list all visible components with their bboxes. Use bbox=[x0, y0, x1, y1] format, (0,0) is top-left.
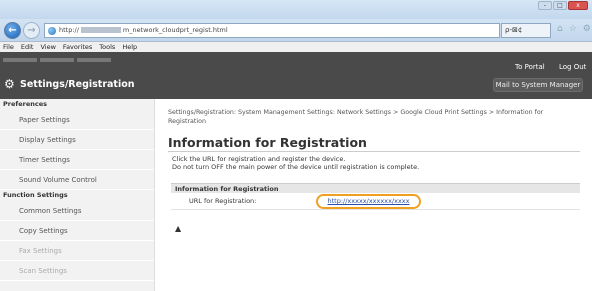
sidebar-item-paper-settings[interactable]: Paper Settings bbox=[0, 110, 154, 130]
close-button[interactable]: x bbox=[568, 1, 588, 10]
star-icon[interactable]: ☆ bbox=[569, 24, 577, 34]
page-title: Settings/Registration bbox=[20, 79, 135, 90]
section-heading: Information for Registration bbox=[168, 135, 367, 150]
url-registration-label: URL for Registration: bbox=[189, 197, 257, 205]
gear-icon[interactable]: ⚙ bbox=[583, 24, 591, 34]
sidebar-item-sound-volume[interactable]: Sound Volume Control bbox=[0, 170, 154, 190]
menu-favorites[interactable]: Favorites bbox=[63, 42, 92, 52]
url-input[interactable]: http:// m_network_cloudprt_regist.html bbox=[44, 23, 500, 38]
address-bar: ← → http:// m_network_cloudprt_regist.htm… bbox=[0, 19, 592, 42]
settings-gear-icon: ⚙ bbox=[4, 77, 15, 91]
redacted-series bbox=[77, 57, 111, 62]
menu-view[interactable]: View bbox=[40, 42, 55, 52]
window-titlebar: - □ x bbox=[0, 0, 592, 19]
menu-tools[interactable]: Tools bbox=[99, 42, 115, 52]
maximize-button[interactable]: □ bbox=[553, 1, 567, 10]
redacted-model bbox=[40, 57, 74, 62]
url-middle: m_ bbox=[122, 26, 133, 34]
mail-system-manager-button[interactable]: Mail to System Manager bbox=[493, 78, 583, 92]
sidebar-item-copy-settings[interactable]: Copy Settings bbox=[0, 221, 154, 241]
url-prefix: http:// bbox=[59, 26, 79, 34]
forward-arrow-icon: → bbox=[27, 25, 36, 36]
url-path: network_cloudprt_regist.html bbox=[132, 26, 228, 34]
sidebar-item-fax-settings[interactable]: Fax Settings bbox=[0, 241, 154, 261]
back-button[interactable]: ← bbox=[4, 22, 21, 39]
table-row: URL for Registration: http://xxxxx/xxxxx… bbox=[171, 193, 580, 210]
redacted-device bbox=[3, 57, 37, 62]
heading-divider bbox=[168, 151, 580, 152]
sidebar-header-function-settings: Function Settings bbox=[3, 191, 68, 199]
sidebar-header-preferences: Preferences bbox=[3, 100, 47, 108]
page-icon bbox=[48, 27, 56, 35]
device-name bbox=[3, 56, 114, 63]
sidebar-item-display-settings[interactable]: Display Settings bbox=[0, 130, 154, 150]
toolbar-icons: ⌂ ☆ ⚙ bbox=[557, 24, 591, 34]
menu-file[interactable]: File bbox=[3, 42, 14, 52]
sidebar-item-common-settings[interactable]: Common Settings bbox=[0, 201, 154, 221]
window-controls: - □ x bbox=[538, 1, 588, 10]
instruction-line-2: Do not turn OFF the main power of the de… bbox=[172, 163, 420, 171]
table-header: Information for Registration bbox=[171, 183, 580, 193]
app-header: ⚙ Settings/Registration To Portal Log Ou… bbox=[0, 52, 592, 99]
sidebar-item-timer-settings[interactable]: Timer Settings bbox=[0, 150, 154, 170]
logout-link[interactable]: Log Out bbox=[559, 63, 586, 71]
breadcrumb: Settings/Registration: System Management… bbox=[168, 109, 544, 125]
menu-edit[interactable]: Edit bbox=[21, 42, 34, 52]
redacted-host bbox=[80, 27, 121, 33]
registration-url-link[interactable]: http://xxxxx/xxxxxx/xxxx bbox=[316, 194, 421, 209]
menu-help[interactable]: Help bbox=[122, 42, 137, 52]
sidebar: Preferences Paper Settings Display Setti… bbox=[0, 99, 155, 291]
minimize-button[interactable]: - bbox=[538, 1, 552, 10]
instructions: Click the URL for registration and regis… bbox=[172, 155, 419, 171]
to-portal-link[interactable]: To Portal bbox=[515, 63, 545, 71]
instruction-line-1: Click the URL for registration and regis… bbox=[172, 155, 346, 163]
menu-bar: File Edit View Favorites Tools Help bbox=[0, 42, 592, 52]
forward-button[interactable]: → bbox=[23, 22, 40, 39]
back-arrow-icon: ← bbox=[8, 25, 17, 36]
back-to-top-icon[interactable]: ▲ bbox=[175, 224, 181, 233]
home-icon[interactable]: ⌂ bbox=[557, 24, 563, 34]
search-refresh-controls[interactable]: ρ-⊠¢ bbox=[501, 23, 551, 38]
sidebar-item-scan-settings[interactable]: Scan Settings bbox=[0, 261, 154, 281]
